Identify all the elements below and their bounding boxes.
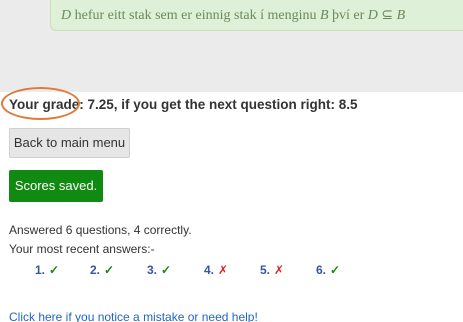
answer-item: 5. ✗ [260,263,284,277]
answer-number: 4. [204,263,215,277]
question-panel: D hefur eitt stak sem er einnig stak í m… [0,0,463,92]
answer-number: 3. [147,263,158,277]
feedback-var-b: B [319,8,329,23]
answer-number: 1. [35,263,46,277]
feedback-mid-text: hefur eitt stak sem er einnig stak í men… [71,8,320,23]
feedback-text: D hefur eitt stak sem er einnig stak í m… [61,7,405,24]
back-to-main-menu-button[interactable]: Back to main menu [9,128,130,158]
help-link[interactable]: Click here if you notice a mistake or ne… [9,310,258,322]
feedback-sub-b: B [396,8,406,23]
answer-number: 5. [260,263,271,277]
answer-item: 6. ✓ [316,263,340,277]
answer-number: 2. [90,263,101,277]
answer-item: 3. ✓ [147,263,171,277]
answer-number: 6. [316,263,327,277]
scores-saved-badge: Scores saved. [9,170,103,202]
feedback-sub-a: D [367,8,378,23]
cross-icon: ✗ [274,263,285,277]
check-icon: ✓ [49,263,60,277]
answer-item: 1. ✓ [35,263,59,277]
recent-answers-label: Your most recent answers:- [9,242,155,256]
answered-summary: Answered 6 questions, 4 correctly. [9,223,192,237]
check-icon: ✓ [161,263,172,277]
check-icon: ✓ [104,263,115,277]
grade-highlight-circle [1,87,80,120]
cross-icon: ✗ [218,263,229,277]
answer-item: 4. ✗ [204,263,228,277]
answer-feedback-box: D hefur eitt stak sem er einnig stak í m… [50,0,463,31]
subset-symbol: ⊆ [377,8,397,23]
feedback-var-d: D [61,8,72,23]
quiz-page: D hefur eitt stak sem er einnig stak í m… [0,0,463,322]
check-icon: ✓ [330,263,341,277]
answer-item: 2. ✓ [90,263,114,277]
feedback-tail-text: því er [328,8,368,23]
